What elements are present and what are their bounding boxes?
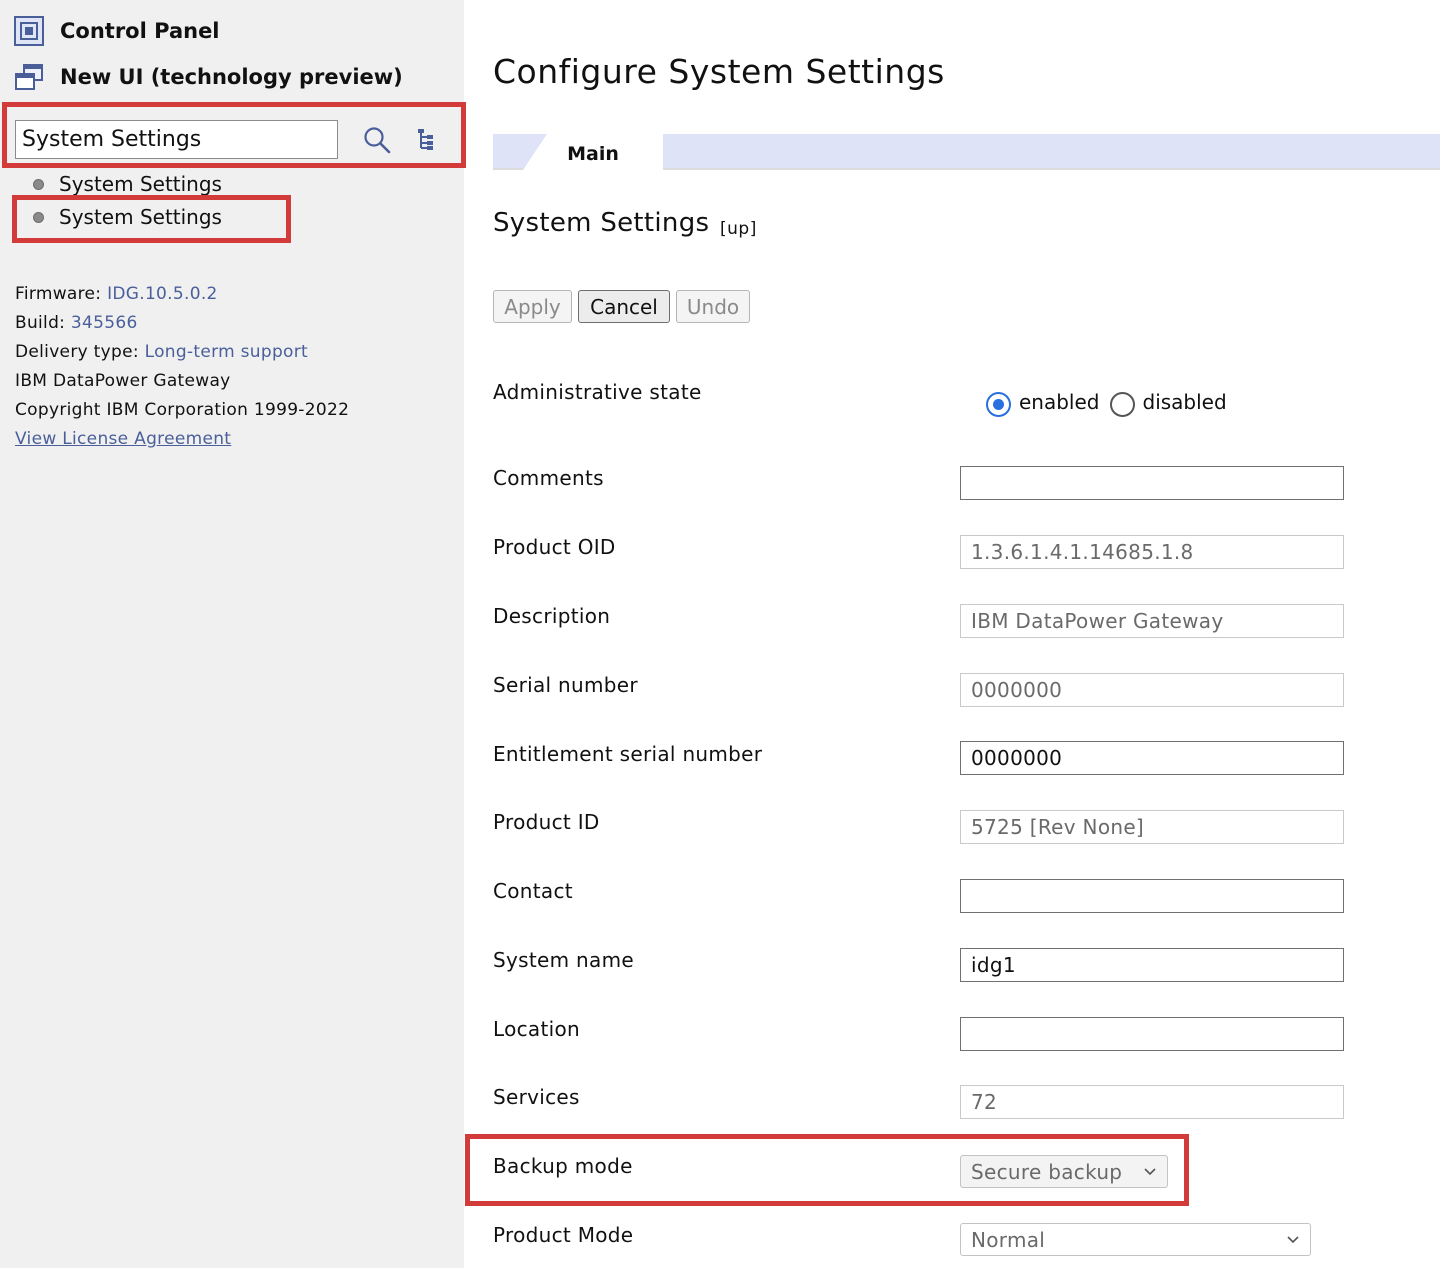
bullet-icon	[33, 178, 44, 190]
license-link[interactable]: View License Agreement	[15, 425, 349, 454]
search-input[interactable]	[15, 120, 338, 159]
product-oid-label: Product OID	[493, 535, 616, 559]
description-label: Description	[493, 604, 611, 628]
location-label: Location	[493, 1017, 580, 1041]
undo-button[interactable]: Undo	[676, 290, 750, 323]
firmware-row: Firmware: IDG.10.5.0.2	[15, 280, 349, 309]
system-name-label: System name	[493, 948, 634, 972]
new-window-icon	[12, 60, 46, 94]
new-ui-label: New UI (technology preview)	[60, 65, 403, 89]
comments-label: Comments	[493, 466, 604, 490]
up-link[interactable]: [up]	[720, 219, 757, 239]
delivery-value: Long-term support	[144, 342, 309, 362]
serial-number-label: Serial number	[493, 673, 638, 697]
entitlement-serial-field[interactable]	[960, 741, 1344, 775]
search-result-item[interactable]: System Settings	[33, 205, 222, 229]
search-icon[interactable]	[360, 123, 394, 157]
contact-label: Contact	[493, 879, 573, 903]
chevron-down-icon	[1286, 1233, 1300, 1247]
copyright: Copyright IBM Corporation 1999-2022	[15, 400, 350, 420]
section-title: System Settings	[493, 208, 710, 238]
control-panel-icon	[12, 14, 46, 48]
control-panel-label: Control Panel	[60, 19, 220, 43]
entitlement-serial-label: Entitlement serial number	[493, 742, 763, 766]
build-value: 345566	[70, 313, 138, 333]
apply-button[interactable]: Apply	[493, 290, 572, 323]
product-id-label: Product ID	[493, 810, 600, 834]
tab-bar: Main	[493, 134, 1440, 170]
build-label: Build:	[15, 313, 66, 333]
build-row: Build: 345566	[15, 309, 349, 338]
tree-view-icon[interactable]	[409, 123, 443, 157]
admin-state-label: Administrative state	[493, 380, 702, 404]
system-name-field[interactable]	[960, 948, 1344, 982]
backup-mode-select[interactable]: Secure backup	[960, 1155, 1168, 1188]
firmware-value: IDG.10.5.0.2	[107, 284, 218, 304]
search-panel	[2, 102, 466, 168]
backup-mode-value: Secure backup	[971, 1159, 1123, 1184]
product-mode-label: Product Mode	[493, 1223, 634, 1247]
disabled-radio[interactable]	[1109, 392, 1135, 417]
comments-field[interactable]	[960, 466, 1344, 500]
admin-state-radio-group: enabled disabled	[986, 386, 1237, 417]
product-id-field	[960, 810, 1344, 844]
tab-main[interactable]: Main	[523, 134, 663, 170]
services-field	[960, 1085, 1344, 1119]
product-oid-field	[960, 535, 1344, 569]
enabled-radio[interactable]	[986, 392, 1011, 417]
search-result-label: System Settings	[59, 205, 222, 229]
delivery-label: Delivery type:	[15, 342, 139, 362]
tab-main-label: Main	[567, 143, 619, 165]
search-result-label: System Settings	[59, 172, 222, 196]
page-title: Configure System Settings	[493, 52, 945, 91]
control-panel-link[interactable]: Control Panel	[12, 14, 220, 48]
product-mode-select[interactable]: Normal	[960, 1223, 1311, 1256]
bullet-icon	[33, 211, 44, 223]
disabled-radio-label: disabled	[1142, 389, 1227, 414]
location-field[interactable]	[960, 1017, 1344, 1051]
services-label: Services	[493, 1085, 580, 1109]
backup-mode-label: Backup mode	[493, 1154, 633, 1178]
firmware-info: Firmware: IDG.10.5.0.2 Build: 345566 Del…	[15, 280, 349, 454]
search-result-item[interactable]: System Settings	[33, 172, 222, 196]
description-field	[960, 604, 1344, 638]
chevron-down-icon	[1143, 1165, 1157, 1179]
product-mode-value: Normal	[971, 1227, 1046, 1252]
delivery-row: Delivery type: Long-term support	[15, 338, 349, 367]
firmware-label: Firmware:	[15, 284, 102, 304]
contact-field[interactable]	[960, 879, 1344, 913]
sidebar: Control Panel New UI (technology preview…	[0, 0, 466, 1268]
cancel-button[interactable]: Cancel	[578, 290, 670, 323]
enabled-radio-label: enabled	[1019, 389, 1100, 414]
product-name: IBM DataPower Gateway	[15, 371, 231, 391]
new-ui-link[interactable]: New UI (technology preview)	[12, 60, 403, 94]
serial-number-field	[960, 673, 1344, 707]
